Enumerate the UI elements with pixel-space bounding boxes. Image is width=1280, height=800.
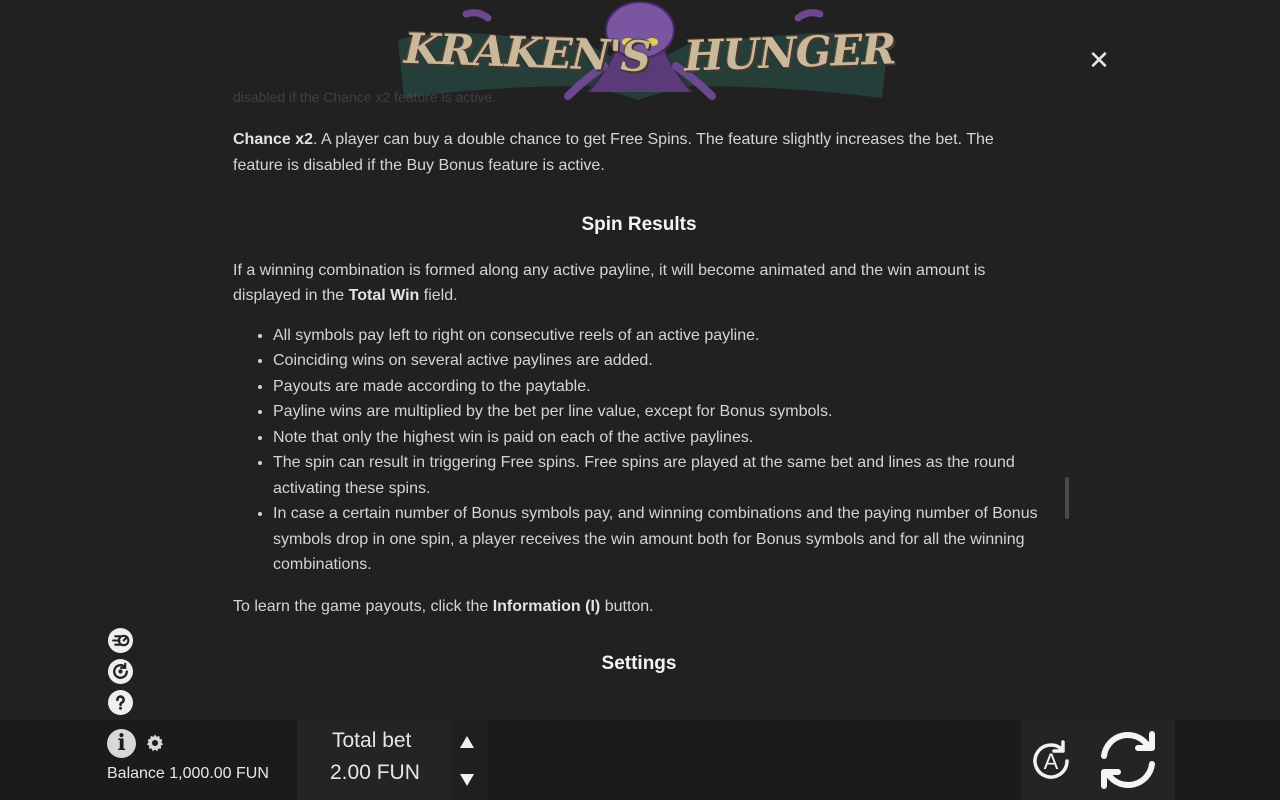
- list-item: Note that only the highest win is paid o…: [273, 425, 1045, 451]
- triangle-down-icon: [460, 774, 474, 786]
- balance-display: Balance 1,000.00 FUN: [107, 765, 269, 783]
- chance-title: Chance x2: [233, 131, 314, 148]
- learn-text: To learn the game payouts, click the: [233, 597, 493, 615]
- logo-word-left: KRAKEN'S: [403, 23, 651, 82]
- bet-decrease-button[interactable]: [452, 762, 482, 798]
- bet-panel: Total bet 2.00 FUN: [297, 720, 487, 800]
- gear-icon[interactable]: [145, 733, 165, 753]
- list-item: In case a certain number of Bonus symbol…: [273, 501, 1045, 578]
- list-item: Payouts are made according to the paytab…: [273, 374, 1045, 400]
- settings-title: Settings: [601, 653, 677, 674]
- chance-text: . A player can buy a double chance to ge…: [233, 131, 994, 174]
- list-item: Coinciding wins on several active paylin…: [273, 348, 1045, 374]
- total-win-term: Total Win: [348, 287, 420, 304]
- information-term: Information (I): [492, 597, 601, 615]
- total-bet-label: Total bet: [332, 729, 412, 752]
- spin-results-title: Spin Results: [581, 214, 697, 235]
- spin-button[interactable]: [1094, 726, 1162, 794]
- list-item: Payline wins are multiplied by the bet p…: [273, 399, 1045, 425]
- spin-intro-end: field.: [419, 287, 458, 304]
- spin-icon: [1101, 731, 1155, 789]
- balance-value: 1,000.00 FUN: [169, 765, 269, 782]
- total-bet-value: 2.00 FUN: [330, 761, 420, 784]
- spin-intro: If a winning combination is formed along…: [233, 258, 1045, 309]
- faded-text: disabled if the Chance x2 feature is act…: [233, 89, 497, 103]
- autoplay-history-icon[interactable]: [108, 659, 133, 684]
- side-icon-column: [108, 628, 134, 721]
- list-item: All symbols pay left to right on consecu…: [273, 323, 1045, 349]
- learn-paragraph: To learn the game payouts, click the Inf…: [233, 594, 1045, 620]
- scrollbar-thumb[interactable]: [1065, 477, 1069, 519]
- spin-intro-text: If a winning combination is formed along…: [233, 261, 986, 305]
- info-icon[interactable]: i: [107, 729, 136, 758]
- list-item: The spin can result in triggering Free s…: [273, 450, 1045, 501]
- autoplay-icon: A: [1033, 740, 1069, 779]
- balance-label: Balance: [107, 765, 165, 782]
- triangle-up-icon: [460, 736, 474, 748]
- learn-end: button.: [600, 597, 654, 615]
- close-icon[interactable]: ✕: [1086, 47, 1112, 73]
- bet-stepper: [452, 720, 487, 800]
- turbo-icon[interactable]: [108, 628, 133, 653]
- rules-content: disabled if the Chance x2 feature is act…: [233, 85, 1045, 715]
- logo-word-right: HUNGER: [683, 24, 897, 81]
- autoplay-label: A: [1044, 749, 1059, 774]
- bet-increase-button[interactable]: [452, 724, 482, 760]
- chance-paragraph: Chance x2. A player can buy a double cha…: [233, 127, 1045, 178]
- help-icon[interactable]: [108, 690, 133, 715]
- spin-rules-list: All symbols pay left to right on consecu…: [233, 323, 1045, 578]
- autoplay-button[interactable]: A: [1027, 737, 1075, 785]
